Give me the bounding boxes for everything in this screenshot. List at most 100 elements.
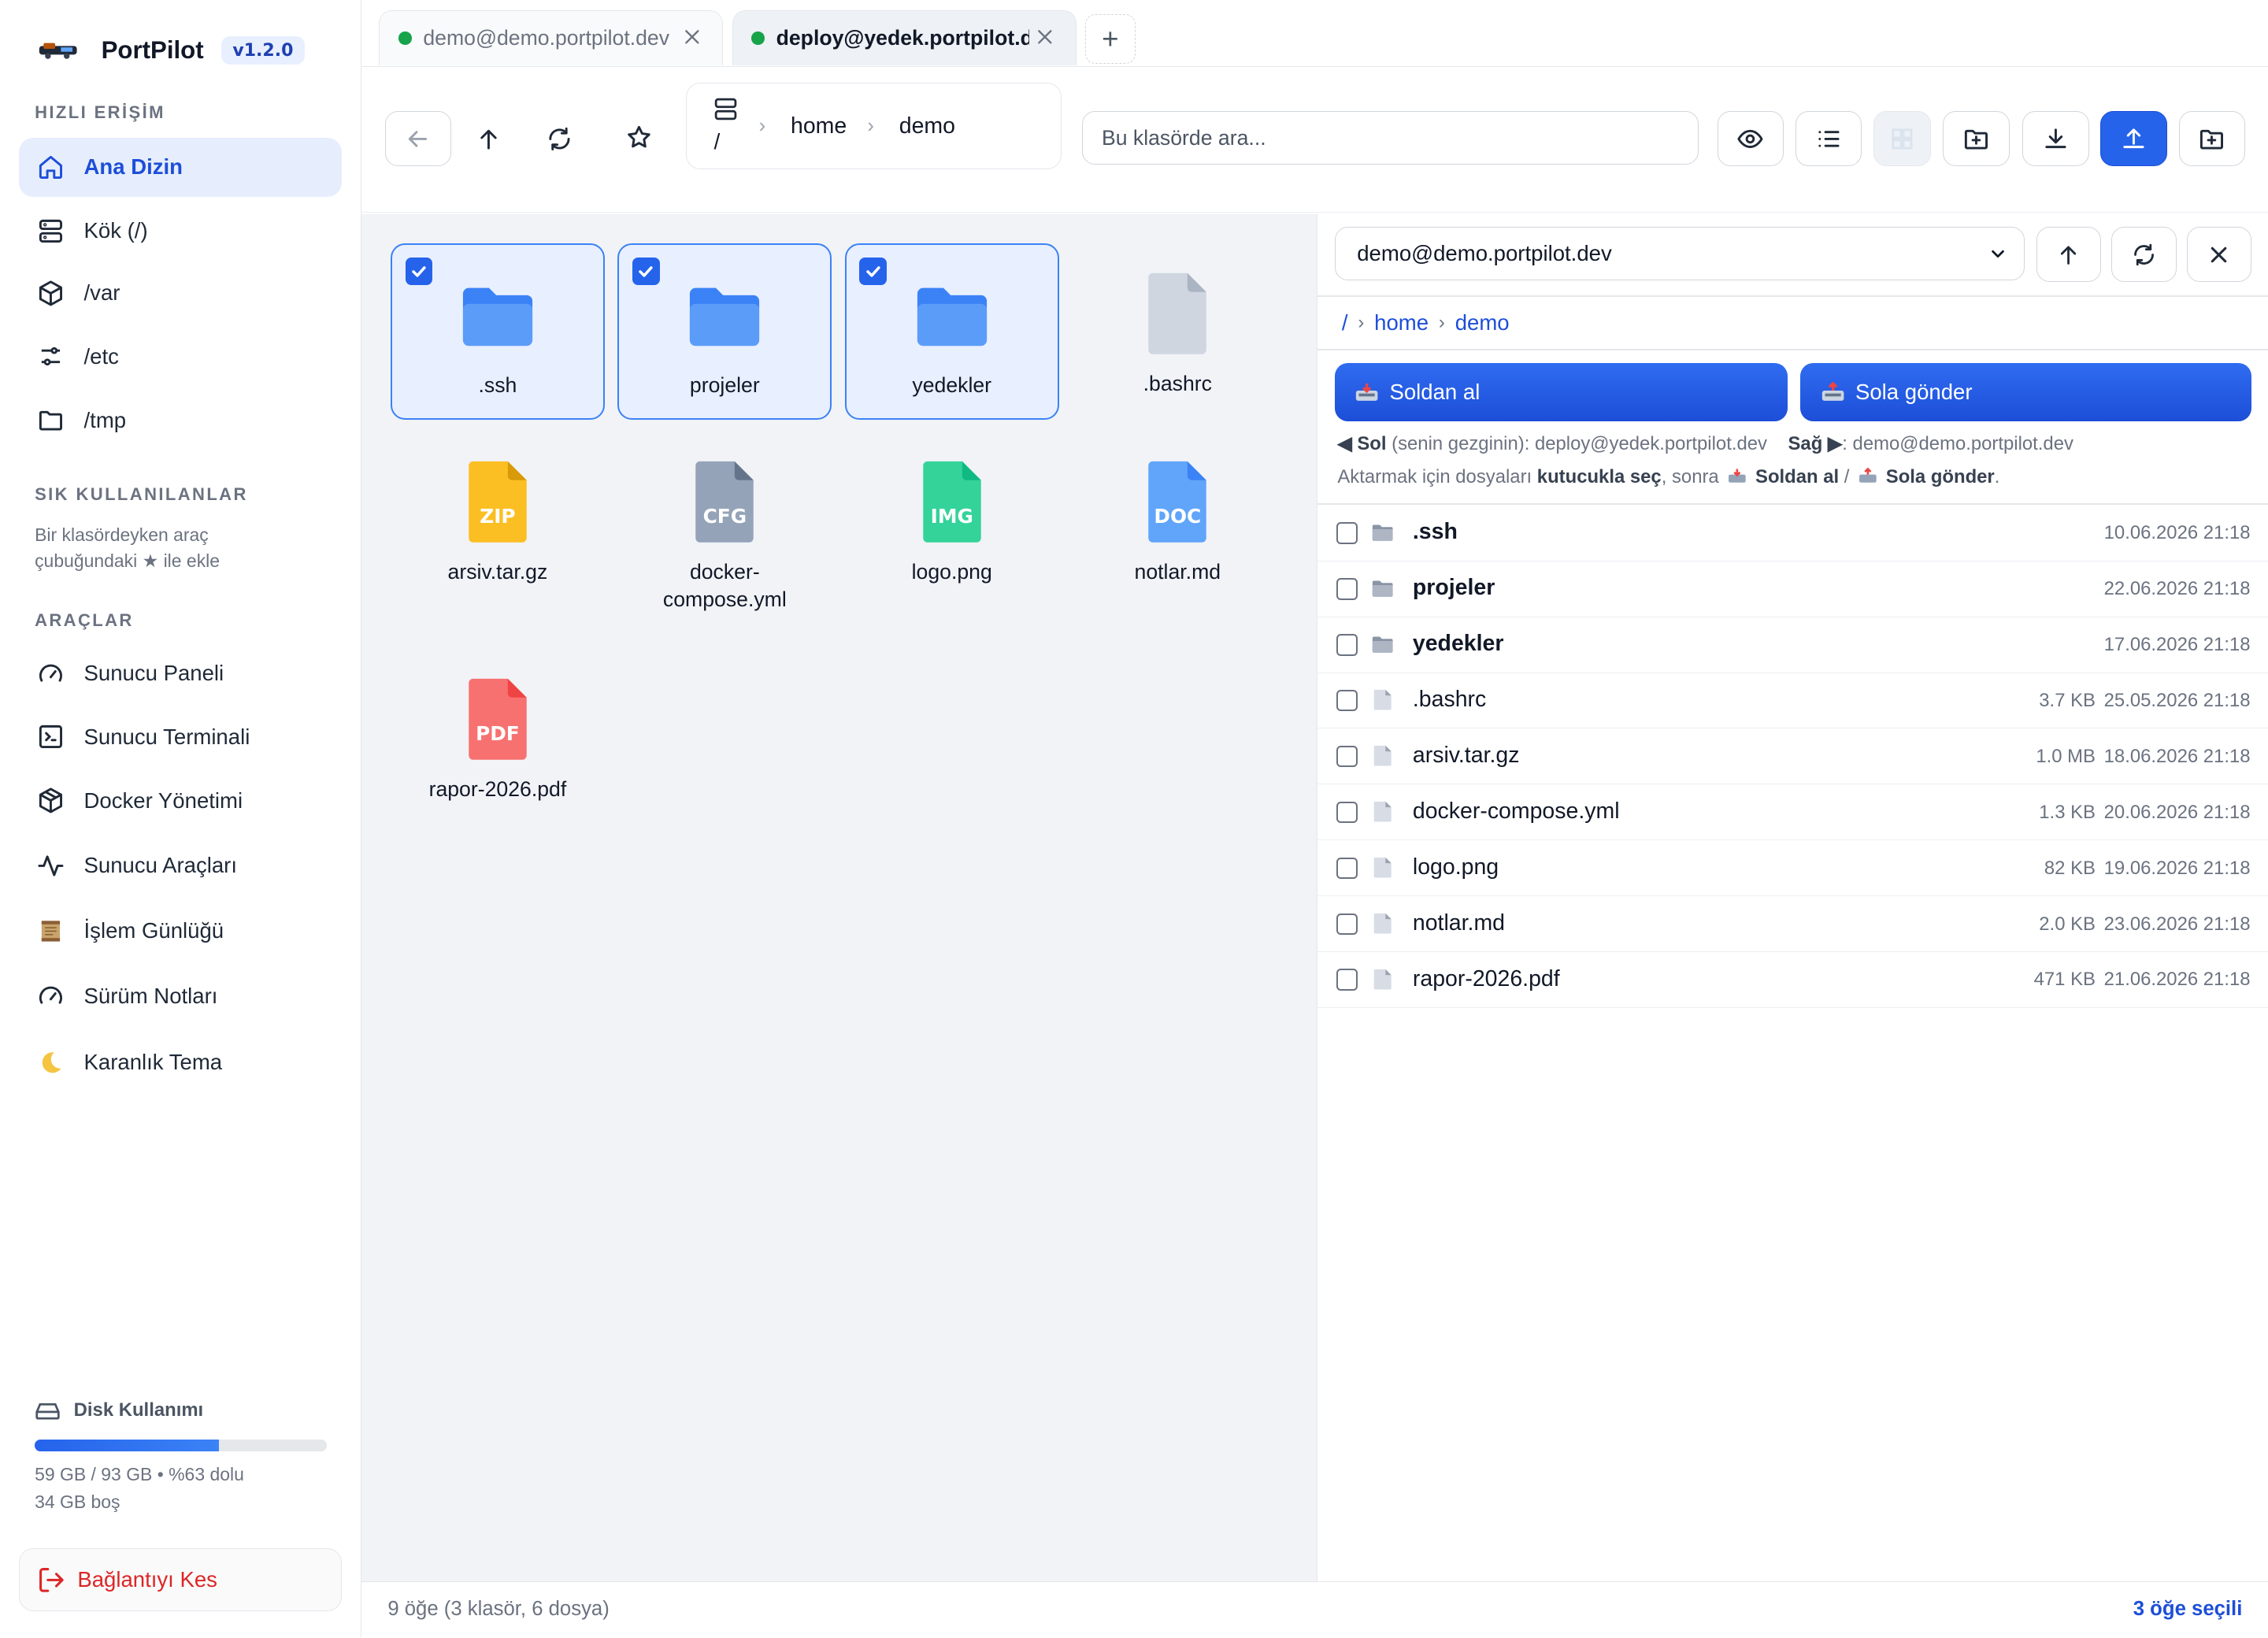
upload-folder-button[interactable] [2178,111,2246,167]
breadcrumb-root[interactable]: / [714,129,721,154]
table-row[interactable]: .ssh 10.06.2026 21:18 [1317,505,2268,561]
row-date: 25.05.2026 21:18 [2103,689,2251,711]
preview-toggle-button[interactable] [1717,111,1784,167]
sidebar-item-label: /etc [83,343,119,369]
disconnect-button[interactable]: Bağlantıyı Kes [18,1547,342,1612]
new-folder-button[interactable] [1943,111,2010,167]
remote-parent-button[interactable] [2036,227,2102,283]
server-select[interactable]: demo@demo.portpilot.dev [1334,227,2025,281]
tab-deploy[interactable]: deploy@yedek.portpilot.dev [732,9,1077,65]
sidebar-item-home[interactable]: Ana Dizin [18,137,342,197]
download-button[interactable] [2022,111,2089,167]
sidebar-item-release-notes[interactable]: Sürüm Notları [19,966,342,1025]
server-icon[interactable] [713,96,739,122]
tab-demo[interactable]: demo@demo.portpilot.dev [379,9,724,65]
grid-item-file[interactable]: IMG logo.png [845,431,1059,619]
selection-checkbox[interactable] [405,258,433,286]
sidebar-item-label: Sürüm Notları [83,983,218,1008]
selection-checkbox[interactable] [859,258,888,286]
sidebar-item-activity-log[interactable]: İşlem Günlüğü [19,901,342,960]
table-row[interactable]: rapor-2026.pdf 471 KB 21.06.2026 21:18 [1317,951,2268,1009]
home-icon [39,155,62,179]
favorite-button[interactable] [606,110,673,165]
table-row[interactable]: arsiv.tar.gz 1.0 MB 18.06.2026 21:18 [1317,728,2268,785]
parent-dir-button[interactable] [456,111,523,166]
row-size: 2.0 KB [2039,913,2096,935]
table-row[interactable]: logo.png 82 KB 19.06.2026 21:18 [1317,840,2268,897]
close-icon[interactable] [1035,27,1055,47]
grid-item-file[interactable]: DOC notlar.md [1070,431,1284,619]
row-date: 21.06.2026 21:18 [2103,969,2251,991]
remote-pane: demo@demo.portpilot.dev / › home › demo … [1316,213,2268,1581]
row-name: docker-compose.yml [1412,799,1620,824]
activity-icon [38,855,64,876]
table-row[interactable]: yedekler 17.06.2026 21:18 [1317,617,2268,673]
file-icon [1373,857,1392,878]
grid-item-folder[interactable]: .ssh [390,243,605,420]
pull-from-left-button[interactable]: Soldan al [1334,363,1788,421]
row-checkbox[interactable] [1336,578,1358,600]
refresh-button[interactable] [527,111,594,166]
close-icon[interactable] [682,27,702,47]
row-checkbox[interactable] [1336,857,1358,880]
breadcrumb-item-demo[interactable]: demo [899,113,955,139]
sidebar-item-root[interactable]: Kök (/) [19,201,342,260]
sidebar-item-docker[interactable]: Docker Yönetimi [19,771,342,830]
outbox-tray-icon [1858,468,1877,483]
sidebar-item-server-terminal[interactable]: Sunucu Terminali [19,707,342,766]
remote-close-button[interactable] [2186,227,2252,283]
grid-item-folder[interactable]: yedekler [844,243,1059,420]
back-button[interactable] [384,111,452,167]
remote-breadcrumb-home[interactable]: home [1374,310,1429,335]
file-icon [1373,913,1392,934]
table-row[interactable]: docker-compose.yml 1.3 KB 20.06.2026 21:18 [1317,784,2268,841]
remote-breadcrumb-root[interactable]: / [1342,310,1348,335]
tab-title: demo@demo.portpilot.dev [423,25,670,50]
grid-item-file[interactable]: .bashrc [1070,243,1284,420]
row-checkbox[interactable] [1336,801,1358,824]
grid-item-file[interactable]: ZIP arsiv.tar.gz [391,431,605,619]
remote-breadcrumb-demo[interactable]: demo [1455,310,1510,335]
file-icon [1373,745,1392,766]
row-checkbox[interactable] [1336,689,1358,712]
row-checkbox[interactable] [1336,633,1358,656]
sidebar-item-label: Ana Dizin [83,154,183,180]
breadcrumb-item-home[interactable]: home [791,113,847,139]
list-view-button[interactable] [1795,111,1862,167]
table-row[interactable]: projeler 22.06.2026 21:18 [1317,561,2268,617]
upload-button[interactable] [2100,111,2167,167]
folder-plus-icon [1964,129,1988,150]
config-file-icon [695,461,754,543]
row-checkbox[interactable] [1336,745,1358,768]
inbox-tray-icon [1729,469,1746,483]
sidebar-item-server-tools[interactable]: Sunucu Araçları [19,836,342,895]
table-row[interactable]: notlar.md 2.0 KB 23.06.2026 21:18 [1317,895,2268,953]
toolbar: / › home › demo [361,66,2268,213]
row-checkbox[interactable] [1336,522,1358,544]
sidebar-item-var[interactable]: /var [19,263,342,322]
disk-usage-bar [35,1439,328,1451]
search-input[interactable] [1082,111,1699,165]
new-tab-button[interactable]: + [1084,14,1136,64]
grid-item-file[interactable]: PDF rapor-2026.pdf [391,648,605,825]
sidebar-item-etc[interactable]: /etc [19,327,342,386]
selection-checkbox[interactable] [632,258,660,286]
table-row[interactable]: .bashrc 3.7 KB 25.05.2026 21:18 [1317,673,2268,729]
push-to-left-button[interactable]: Sola gönder [1800,363,2252,421]
grid-item-folder[interactable]: projeler [617,243,832,420]
disk-usage-title: Disk Kullanımı [35,1398,203,1424]
row-checkbox[interactable] [1336,913,1358,936]
sidebar-item-dark-theme[interactable]: Karanlık Tema [19,1033,342,1092]
sidebar-item-tmp[interactable]: /tmp [19,391,342,450]
remote-refresh-button[interactable] [2111,227,2177,283]
server-icon [39,219,62,243]
row-name: arsiv.tar.gz [1412,743,1520,769]
row-name: .bashrc [1412,687,1487,713]
folder-icon [39,411,62,431]
check-icon [412,265,426,277]
tab-bar: demo@demo.portpilot.dev deploy@yedek.por… [361,0,2268,67]
sidebar-item-server-panel[interactable]: Sunucu Paneli [19,643,342,702]
grid-item-file[interactable]: CFG docker-compose.yml [617,431,832,619]
row-checkbox[interactable] [1336,969,1358,991]
grid-view-button[interactable] [1873,111,1932,167]
